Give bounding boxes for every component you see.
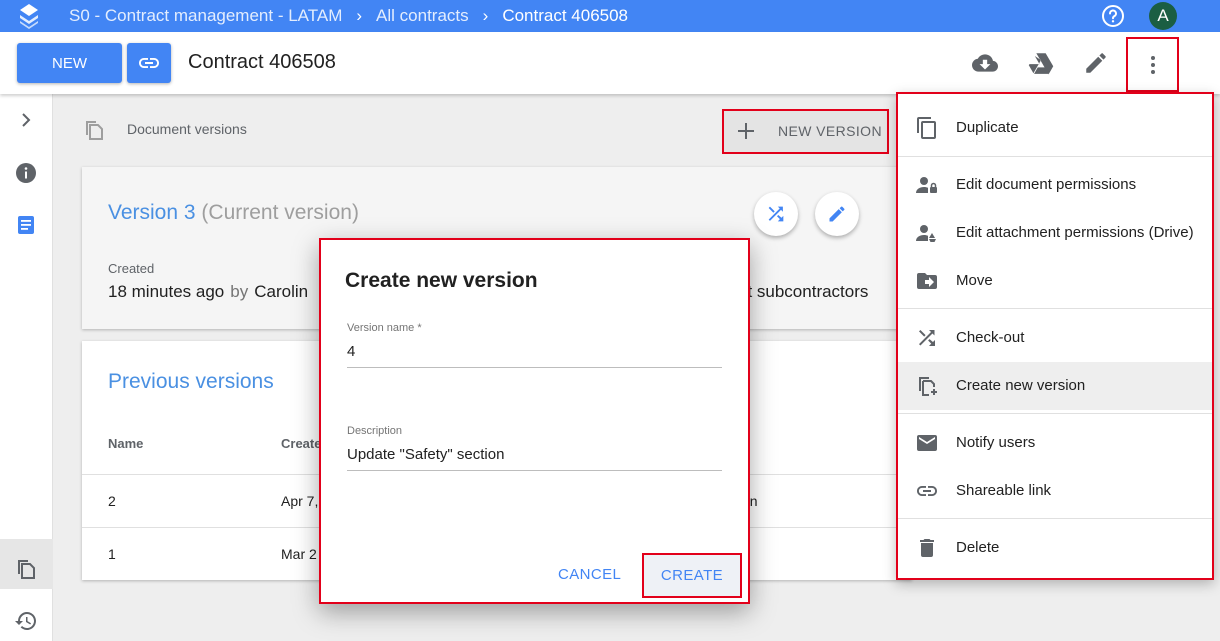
menu-item-label: Move [956, 272, 993, 289]
menu-item-label: Notify users [956, 434, 1036, 451]
edit-pencil-icon[interactable] [1083, 50, 1109, 76]
shuffle-icon [768, 206, 784, 222]
created-time: 18 minutes ago [108, 282, 225, 301]
info-icon[interactable] [14, 161, 38, 185]
new-version-icon [919, 377, 937, 396]
menu-divider [898, 308, 1212, 309]
current-version-description: nt subcontractors [738, 282, 869, 301]
breadcrumb-separator-icon: › [482, 6, 489, 25]
help-icon[interactable] [1101, 4, 1125, 28]
row-name: 2 [108, 493, 116, 509]
author-name: Carolin [254, 282, 309, 301]
description-label: Description [347, 425, 403, 437]
breadcrumb-workspace[interactable]: S0 - Contract management - LATAM [69, 6, 342, 26]
breadcrumb-current: Contract 406508 [502, 6, 629, 25]
toolbar: NEW Contract 406508 [0, 32, 1220, 94]
version-name-field[interactable]: 4 [347, 343, 355, 360]
menu-item-delete[interactable]: Delete [898, 524, 1212, 572]
google-drive-icon[interactable] [1028, 50, 1054, 76]
menu-item-move[interactable]: Move [898, 257, 1212, 305]
row-created: Mar 2 [281, 546, 317, 562]
user-lock-icon [916, 177, 937, 193]
column-header-name[interactable]: Name [108, 436, 143, 451]
new-version-label: NEW VERSION [778, 123, 882, 139]
link-button[interactable] [127, 43, 171, 83]
plus-icon [738, 123, 754, 139]
created-label: Created [108, 261, 155, 276]
menu-divider [898, 413, 1212, 414]
new-version-button[interactable]: NEW VERSION [722, 109, 889, 154]
copy-icon [917, 117, 936, 139]
history-icon[interactable] [14, 609, 38, 633]
column-header-created[interactable]: Create [281, 436, 321, 451]
menu-item-label: Edit attachment permissions (Drive) [956, 224, 1194, 241]
by-label: by [230, 282, 249, 301]
previous-versions-title: Previous versions [108, 370, 274, 393]
expand-chevron-icon[interactable] [14, 108, 38, 132]
field-underline [347, 367, 722, 368]
breadcrumb-all-contracts[interactable]: All contracts [376, 6, 469, 26]
more-options-menu: Duplicate Edit document permissions Edit… [896, 92, 1214, 580]
version-name-label: Version name * [347, 322, 422, 334]
cancel-button[interactable]: CANCEL [558, 566, 621, 583]
menu-item-label: Delete [956, 539, 1000, 556]
mail-icon [917, 435, 937, 451]
menu-item-shareable-link[interactable]: Shareable link [898, 467, 1212, 515]
section-title: Document versions [127, 121, 247, 137]
version-name: Version 3 [108, 201, 196, 224]
trash-icon [920, 539, 934, 557]
edit-version-button[interactable] [815, 192, 859, 236]
left-rail [0, 94, 53, 641]
document-icon[interactable] [14, 213, 38, 237]
link-icon [139, 58, 159, 68]
breadcrumb: S0 - Contract management - LATAM › All c… [69, 0, 628, 32]
description-field[interactable]: Update "Safety" section [347, 446, 504, 463]
app-logo-icon[interactable] [18, 3, 40, 29]
shuffle-icon [919, 330, 935, 346]
menu-item-check-out[interactable]: Check-out [898, 314, 1212, 362]
current-version-suffix: (Current version) [201, 201, 359, 224]
breadcrumb-separator-icon: › [356, 6, 363, 25]
create-version-dialog: Create new version Version name * 4 Desc… [319, 238, 750, 604]
field-underline [347, 470, 722, 471]
page-title: Contract 406508 [188, 51, 336, 73]
menu-item-notify-users[interactable]: Notify users [898, 419, 1212, 467]
menu-item-edit-attachment-permissions[interactable]: Edit attachment permissions (Drive) [898, 209, 1212, 257]
menu-item-label: Create new version [956, 377, 1086, 394]
app-header: S0 - Contract management - LATAM › All c… [0, 0, 1220, 32]
menu-item-edit-document-permissions[interactable]: Edit document permissions [898, 161, 1212, 209]
menu-item-label: Duplicate [956, 119, 1019, 136]
more-options-button[interactable] [1126, 37, 1179, 92]
checkout-button[interactable] [754, 192, 798, 236]
menu-item-label: Check-out [956, 329, 1025, 346]
create-button[interactable]: CREATE [642, 553, 742, 598]
menu-divider [898, 518, 1212, 519]
menu-item-duplicate[interactable]: Duplicate [898, 104, 1212, 152]
dialog-title: Create new version [345, 269, 538, 292]
more-vert-icon [1150, 55, 1155, 74]
menu-item-label: Shareable link [956, 482, 1052, 499]
menu-item-label: Edit document permissions [956, 176, 1137, 193]
row-name: 1 [108, 546, 116, 562]
current-version-title: Version 3 (Current version) [108, 201, 359, 225]
versions-icon [86, 121, 103, 140]
link-icon [917, 486, 937, 496]
folder-move-icon [917, 273, 937, 289]
edit-pencil-icon [829, 206, 845, 222]
user-drive-icon [916, 225, 936, 242]
new-button[interactable]: NEW [17, 43, 122, 83]
menu-item-create-new-version[interactable]: Create new version [898, 362, 1212, 410]
row-created: Apr 7, [281, 493, 319, 509]
versions-icon[interactable] [14, 557, 38, 581]
created-value: 18 minutes ago by Carolin [108, 282, 308, 302]
avatar[interactable]: A [1149, 2, 1177, 30]
menu-divider [898, 156, 1212, 157]
cloud-download-icon[interactable] [972, 50, 998, 76]
